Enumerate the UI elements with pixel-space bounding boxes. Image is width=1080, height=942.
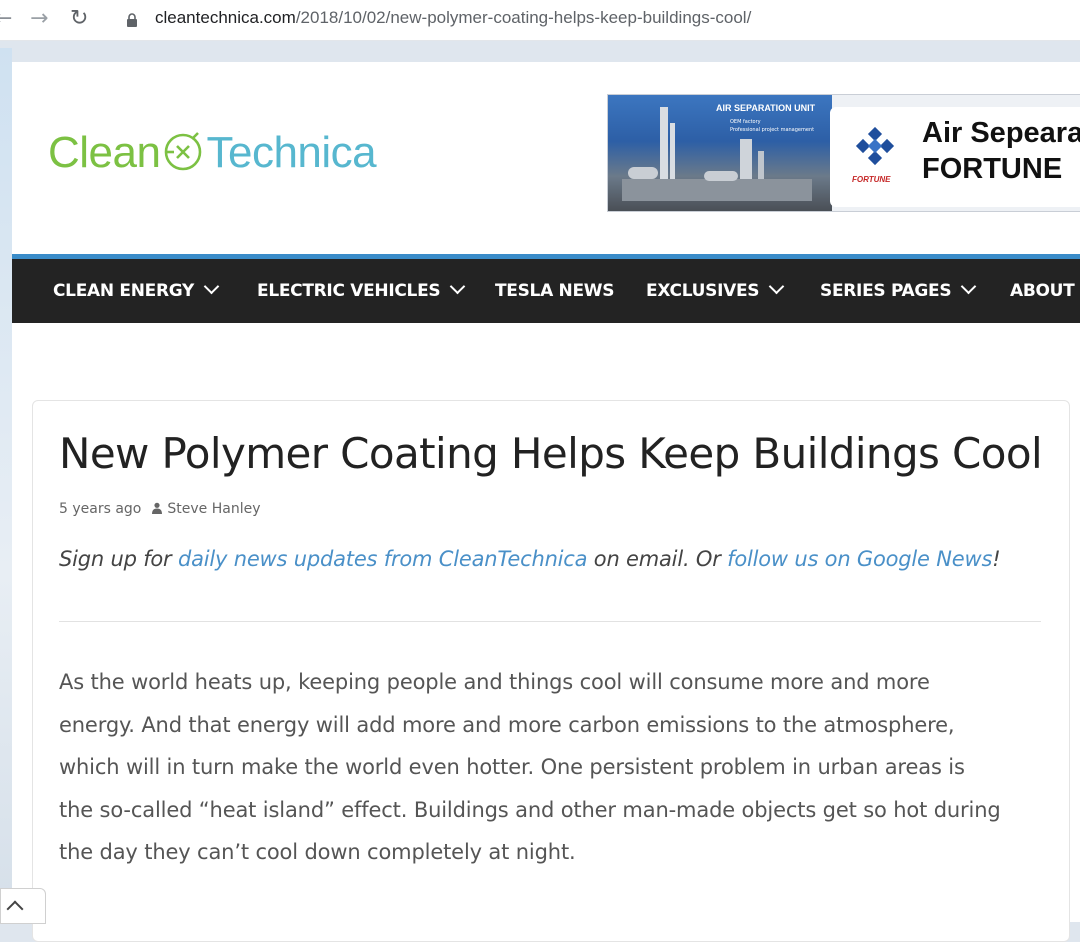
site-header: Clean Technica AIR SEPARATION UNIT OEM f… bbox=[12, 62, 1080, 254]
main-navigation: CLEAN ENERGY ELECTRIC VEHICLES TESLA NEW… bbox=[12, 259, 1080, 323]
daily-news-link[interactable]: daily news updates from CleanTechnica bbox=[178, 547, 588, 571]
nav-label: EXCLUSIVES bbox=[646, 281, 760, 301]
scroll-to-top-button[interactable] bbox=[0, 888, 46, 924]
nav-label: TESLA NEWS bbox=[495, 281, 615, 301]
ad-photo: AIR SEPARATION UNIT OEM factory Professi… bbox=[608, 95, 832, 211]
logo-text-clean: Clean bbox=[48, 128, 161, 177]
chevron-down-icon bbox=[203, 278, 220, 295]
signup-suffix: ! bbox=[992, 547, 1001, 571]
nav-label: CLEAN ENERGY bbox=[53, 281, 195, 301]
site-logo[interactable]: Clean Technica bbox=[48, 128, 377, 178]
article-meta: 5 years ago Steve Hanley bbox=[59, 501, 260, 517]
ad-brand-small: FORTUNE bbox=[852, 175, 891, 184]
nav-item-exclusives[interactable]: EXCLUSIVES bbox=[646, 259, 785, 323]
paragraph-line: the day they can’t cool down completely … bbox=[59, 840, 576, 864]
address-bar[interactable]: cleantechnica.com/2018/10/02/new-polymer… bbox=[155, 8, 751, 28]
article-time[interactable]: 5 years ago bbox=[59, 501, 141, 517]
advertisement-banner[interactable]: AIR SEPARATION UNIT OEM factory Professi… bbox=[607, 94, 1080, 212]
paragraph-line: which will in turn make the world even h… bbox=[59, 755, 965, 779]
nav-item-series-pages[interactable]: SERIES PAGES bbox=[820, 259, 977, 323]
signup-prefix: Sign up for bbox=[59, 547, 178, 571]
nav-item-clean-energy[interactable]: CLEAN ENERGY bbox=[53, 259, 220, 323]
ad-photo-bullet: Professional project management bbox=[730, 127, 815, 133]
url-host: cleantechnica.com bbox=[155, 8, 296, 27]
nav-item-about[interactable]: ABOUT bbox=[1010, 259, 1075, 323]
newsletter-signup-line: Sign up for daily news updates from Clea… bbox=[59, 547, 1001, 571]
nav-label: SERIES PAGES bbox=[820, 281, 952, 301]
divider bbox=[59, 621, 1041, 622]
logo-text-technica: Technica bbox=[206, 128, 377, 177]
reload-icon[interactable]: ↻ bbox=[70, 6, 88, 32]
plug-icon bbox=[165, 132, 202, 171]
paragraph-line: the so-called “heat island” effect. Buil… bbox=[59, 797, 1001, 822]
chevron-up-icon bbox=[6, 900, 24, 918]
ad-headline: Air Sepeara bbox=[922, 117, 1080, 149]
chevron-down-icon bbox=[450, 278, 466, 295]
ad-card: FORTUNE Air Sepeara FORTUNE bbox=[830, 107, 1080, 207]
google-news-link[interactable]: follow us on Google News bbox=[727, 547, 992, 571]
person-icon bbox=[152, 502, 163, 514]
nav-item-tesla-news[interactable]: TESLA NEWS bbox=[495, 259, 615, 323]
paragraph-line: energy. And that energy will add more an… bbox=[59, 712, 955, 737]
page-side-backdrop bbox=[0, 48, 12, 922]
url-path: /2018/10/02/new-polymer-coating-helps-ke… bbox=[295, 8, 752, 27]
nav-item-electric-vehicles[interactable]: ELECTRIC VEHICLES bbox=[257, 259, 466, 323]
ad-photo-bullet: OEM factory bbox=[730, 119, 761, 125]
back-arrow-icon[interactable]: ← bbox=[0, 6, 12, 32]
article-title: New Polymer Coating Helps Keep Buildings… bbox=[59, 429, 1043, 478]
nav-label: ABOUT bbox=[1010, 281, 1075, 301]
web-page: Clean Technica AIR SEPARATION UNIT OEM f… bbox=[12, 62, 1080, 942]
nav-label: ELECTRIC VEHICLES bbox=[257, 281, 441, 301]
ad-brand-name: FORTUNE bbox=[922, 153, 1063, 185]
chevron-down-icon bbox=[768, 278, 785, 295]
fortune-logo-icon bbox=[855, 127, 895, 166]
article-paragraph: As the world heats up, keeping people an… bbox=[59, 661, 1049, 874]
chevron-down-icon bbox=[961, 278, 977, 295]
article-author[interactable]: Steve Hanley bbox=[167, 501, 260, 517]
paragraph-line: As the world heats up, keeping people an… bbox=[59, 670, 930, 694]
article-card: New Polymer Coating Helps Keep Buildings… bbox=[32, 400, 1070, 942]
ad-photo-title: AIR SEPARATION UNIT bbox=[716, 103, 816, 113]
lock-icon[interactable] bbox=[126, 13, 138, 27]
forward-arrow-icon[interactable]: → bbox=[30, 6, 48, 32]
signup-mid: on email. Or bbox=[587, 547, 728, 571]
browser-toolbar: ← → ↻ cleantechnica.com/2018/10/02/new-p… bbox=[0, 0, 1080, 41]
